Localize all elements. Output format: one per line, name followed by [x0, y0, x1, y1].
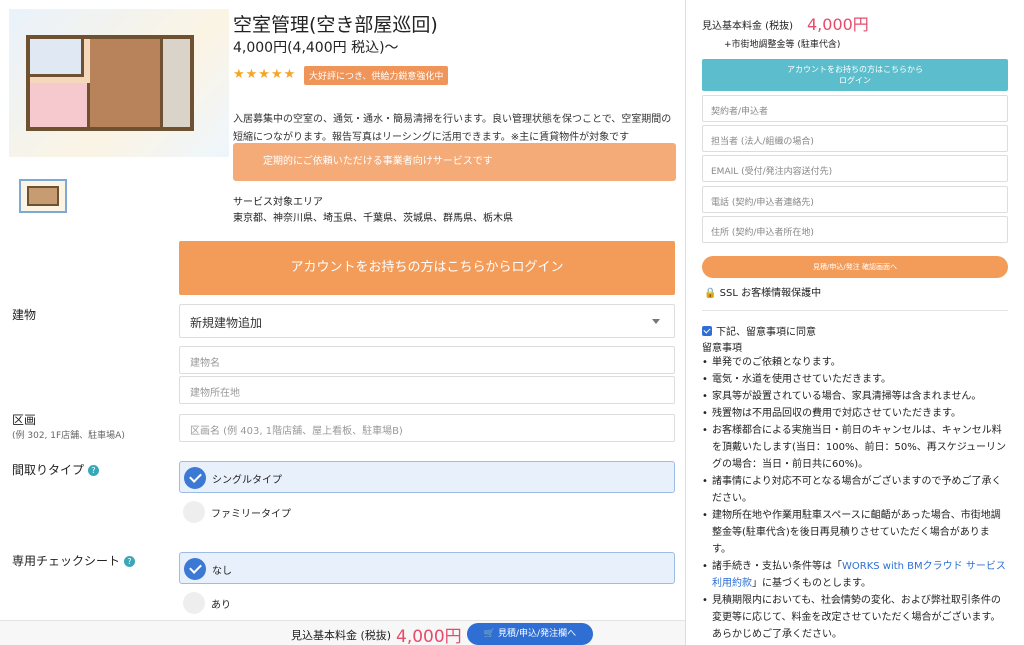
- list-item: 建物所在地や作業用駐車スペースに齟齬があった場合、市街地調整金等(駐車代含)を後…: [702, 507, 1008, 558]
- layout-option-label: ファミリータイプ: [211, 509, 291, 520]
- order-sidebar: 見込基本料金 (税抜) 4,000円 +市街地調整金等 (駐車代含) アカウント…: [686, 0, 1024, 645]
- agree-checkbox[interactable]: 下記、留意事項に同意: [702, 323, 816, 338]
- sidebar-login-button[interactable]: アカウントをお持ちの方はこちらから ログイン: [702, 59, 1008, 91]
- list-item: 単発でのご依頼となります。: [702, 354, 1008, 371]
- layout-option-single[interactable]: シングルタイプ: [179, 461, 675, 493]
- agree-label: 下記、留意事項に同意: [716, 327, 816, 338]
- contractor-input[interactable]: 契約者/申込者: [702, 95, 1008, 122]
- phone-input[interactable]: 電話 (契約/申込者連絡先): [702, 186, 1008, 213]
- checksheet-label-text: 専用チェックシート: [12, 554, 121, 568]
- building-select[interactable]: 新規建物追加: [179, 304, 675, 338]
- bottom-price-bar: 見込基本料金 (税抜) 4,000円 🛒 見積/申込/発注欄へ: [0, 620, 685, 645]
- business-banner: 定期的にご依頼いただける事業者向けサービスです: [233, 143, 676, 181]
- help-icon[interactable]: ?: [124, 556, 136, 567]
- section-input[interactable]: 区画名 (例 403, 1階店舗、屋上看板、駐車場B): [179, 414, 675, 442]
- list-item: 諸事情により対応不可となる場合がございますので予めご了承ください。: [702, 473, 1008, 507]
- product-title: 空室管理(空き部屋巡回): [233, 14, 438, 36]
- list-item: 残置物は不用品回収の費用で対応させていただきます。: [702, 405, 1008, 422]
- building-name-input[interactable]: 建物名: [179, 346, 675, 374]
- checksheet-option-yes[interactable]: あり: [179, 587, 675, 619]
- popularity-badge: 大好評につき、供給力鋭意強化中: [304, 66, 449, 85]
- checksheet-option-none[interactable]: なし: [179, 552, 675, 584]
- section-label: 区画: [12, 413, 37, 427]
- list-item: 諸手続き・支払い条件等は「WORKS with BMクラウド サービス利用約款」…: [702, 558, 1008, 592]
- floorplan-drawing: [26, 35, 194, 131]
- help-icon[interactable]: ?: [88, 465, 100, 476]
- layout-type-label-text: 間取りタイプ: [12, 463, 85, 477]
- list-item: 見積期限内においても、社会情勢の変化、および弊社取引条件の変更等に応じて、料金を…: [702, 592, 1008, 643]
- list-item: お客様都合による実施当日・前日のキャンセルは、キャンセル料を頂戴いたします(当日…: [702, 422, 1008, 473]
- checkbox-checked-icon: [702, 326, 712, 336]
- sidebar-login-line2: ログイン: [839, 76, 871, 85]
- service-area-label: サービス対象エリア: [233, 197, 323, 208]
- notes-title: 留意事項: [702, 343, 742, 354]
- bottom-price-label: 見込基本料金 (税抜): [291, 629, 392, 642]
- go-to-order-button[interactable]: 🛒 見積/申込/発注欄へ: [467, 623, 593, 645]
- login-button[interactable]: アカウントをお持ちの方はこちらからログイン: [179, 241, 675, 295]
- list-item: 電気・水道を使用させていただきます。: [702, 371, 1008, 388]
- building-address-input[interactable]: 建物所在地: [179, 376, 675, 404]
- sidebar-price-sub: +市街地調整金等 (駐車代含): [724, 40, 841, 50]
- checksheet-option-label: なし: [212, 566, 232, 577]
- check-circle-icon: [184, 558, 206, 580]
- layout-type-label: 間取りタイプ?: [12, 461, 100, 478]
- chevron-down-icon: [652, 319, 660, 324]
- product-price: 4,000円(4,400円 税込)〜: [233, 40, 399, 56]
- radio-circle-icon: [183, 592, 205, 614]
- terms-suffix: 」に基づくものとします。: [752, 578, 871, 589]
- checksheet-label: 専用チェックシート?: [12, 552, 136, 569]
- divider: [702, 310, 1008, 311]
- check-circle-icon: [184, 467, 206, 489]
- building-select-value: 新規建物追加: [190, 316, 263, 330]
- go-to-order-label: 見積/申込/発注欄へ: [498, 629, 577, 639]
- sidebar-price-value: 4,000円: [807, 15, 869, 34]
- service-area-value: 東京都、神奈川県、埼玉県、千葉県、茨城県、群馬県、栃木県: [233, 213, 513, 224]
- building-label: 建物: [12, 308, 37, 322]
- email-input[interactable]: EMAIL (受付/発注内容送付先): [702, 155, 1008, 182]
- sidebar-price-label: 見込基本料金 (税抜): [702, 21, 793, 32]
- floorplan-thumbnail[interactable]: [19, 179, 67, 213]
- list-item: 家具等が設置されている場合、家具清掃等は含まれません。: [702, 388, 1008, 405]
- cart-icon: 🛒: [483, 629, 498, 639]
- checksheet-option-label: あり: [211, 600, 231, 611]
- floorplan-image[interactable]: [9, 9, 229, 157]
- notes-list: 単発でのご依頼となります。 電気・水道を使用させていただきます。 家具等が設置さ…: [702, 354, 1008, 643]
- terms-prefix: 諸手続き・支払い条件等は「: [712, 561, 842, 572]
- address-input[interactable]: 住所 (契約/申込者所在地): [702, 216, 1008, 243]
- rating-stars-icon: ★★★★★: [233, 67, 297, 82]
- layout-option-family[interactable]: ファミリータイプ: [179, 496, 675, 528]
- product-description: 入居募集中の空室の、通気・通水・簡易清掃を行います。良い管理状態を保つことで、空…: [233, 114, 672, 143]
- layout-option-label: シングルタイプ: [212, 475, 282, 486]
- section-sub-label: (例 302, 1F店舗、駐車場A): [12, 431, 125, 441]
- person-in-charge-input[interactable]: 担当者 (法人/組織の場合): [702, 125, 1008, 152]
- product-panel: 空室管理(空き部屋巡回) 4,000円(4,400円 税込)〜 ★★★★★ 大好…: [0, 0, 686, 645]
- ssl-notice: 🔒 SSL お客様情報保護中: [704, 288, 822, 299]
- bottom-price-value: 4,000円: [396, 627, 462, 645]
- sidebar-login-line1: アカウントをお持ちの方はこちらから: [787, 65, 923, 74]
- confirm-button[interactable]: 見積/申込/発注 確認画面へ: [702, 256, 1008, 278]
- radio-circle-icon: [183, 501, 205, 523]
